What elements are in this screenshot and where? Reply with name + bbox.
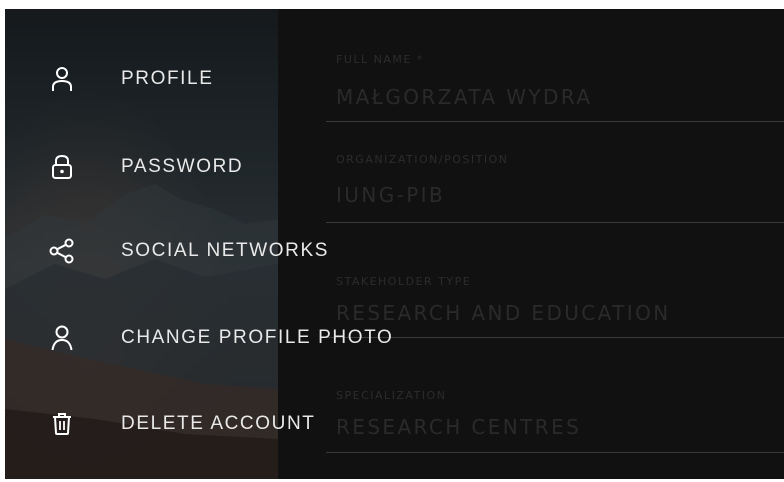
sidebar-item-social-networks[interactable]: SOCIAL NETWORKS (5, 221, 565, 281)
sidebar-item-change-profile-photo[interactable]: CHANGE PROFILE PHOTO (5, 308, 565, 368)
lock-icon (49, 154, 75, 180)
trash-icon (49, 411, 75, 437)
sidebar: PROFILE PASSWORD SOCIAL NETWORKS CHANGE … (5, 9, 392, 479)
sidebar-item-delete-account[interactable]: DELETE ACCOUNT (5, 394, 565, 454)
settings-panel: PROFILE PASSWORD SOCIAL NETWORKS CHANGE … (5, 9, 784, 479)
sidebar-item-label: PROFILE (121, 68, 214, 89)
sidebar-item-label: DELETE ACCOUNT (121, 413, 316, 434)
user-outline-icon (49, 66, 75, 92)
sidebar-item-profile[interactable]: PROFILE (5, 49, 565, 109)
sidebar-item-label: PASSWORD (121, 156, 244, 177)
share-icon (49, 238, 75, 264)
sidebar-item-password[interactable]: PASSWORD (5, 137, 565, 197)
sidebar-item-label: SOCIAL NETWORKS (121, 240, 330, 261)
person-icon (49, 325, 75, 351)
sidebar-menu: PROFILE PASSWORD SOCIAL NETWORKS CHANGE … (5, 9, 565, 479)
sidebar-item-label: CHANGE PROFILE PHOTO (121, 327, 394, 348)
